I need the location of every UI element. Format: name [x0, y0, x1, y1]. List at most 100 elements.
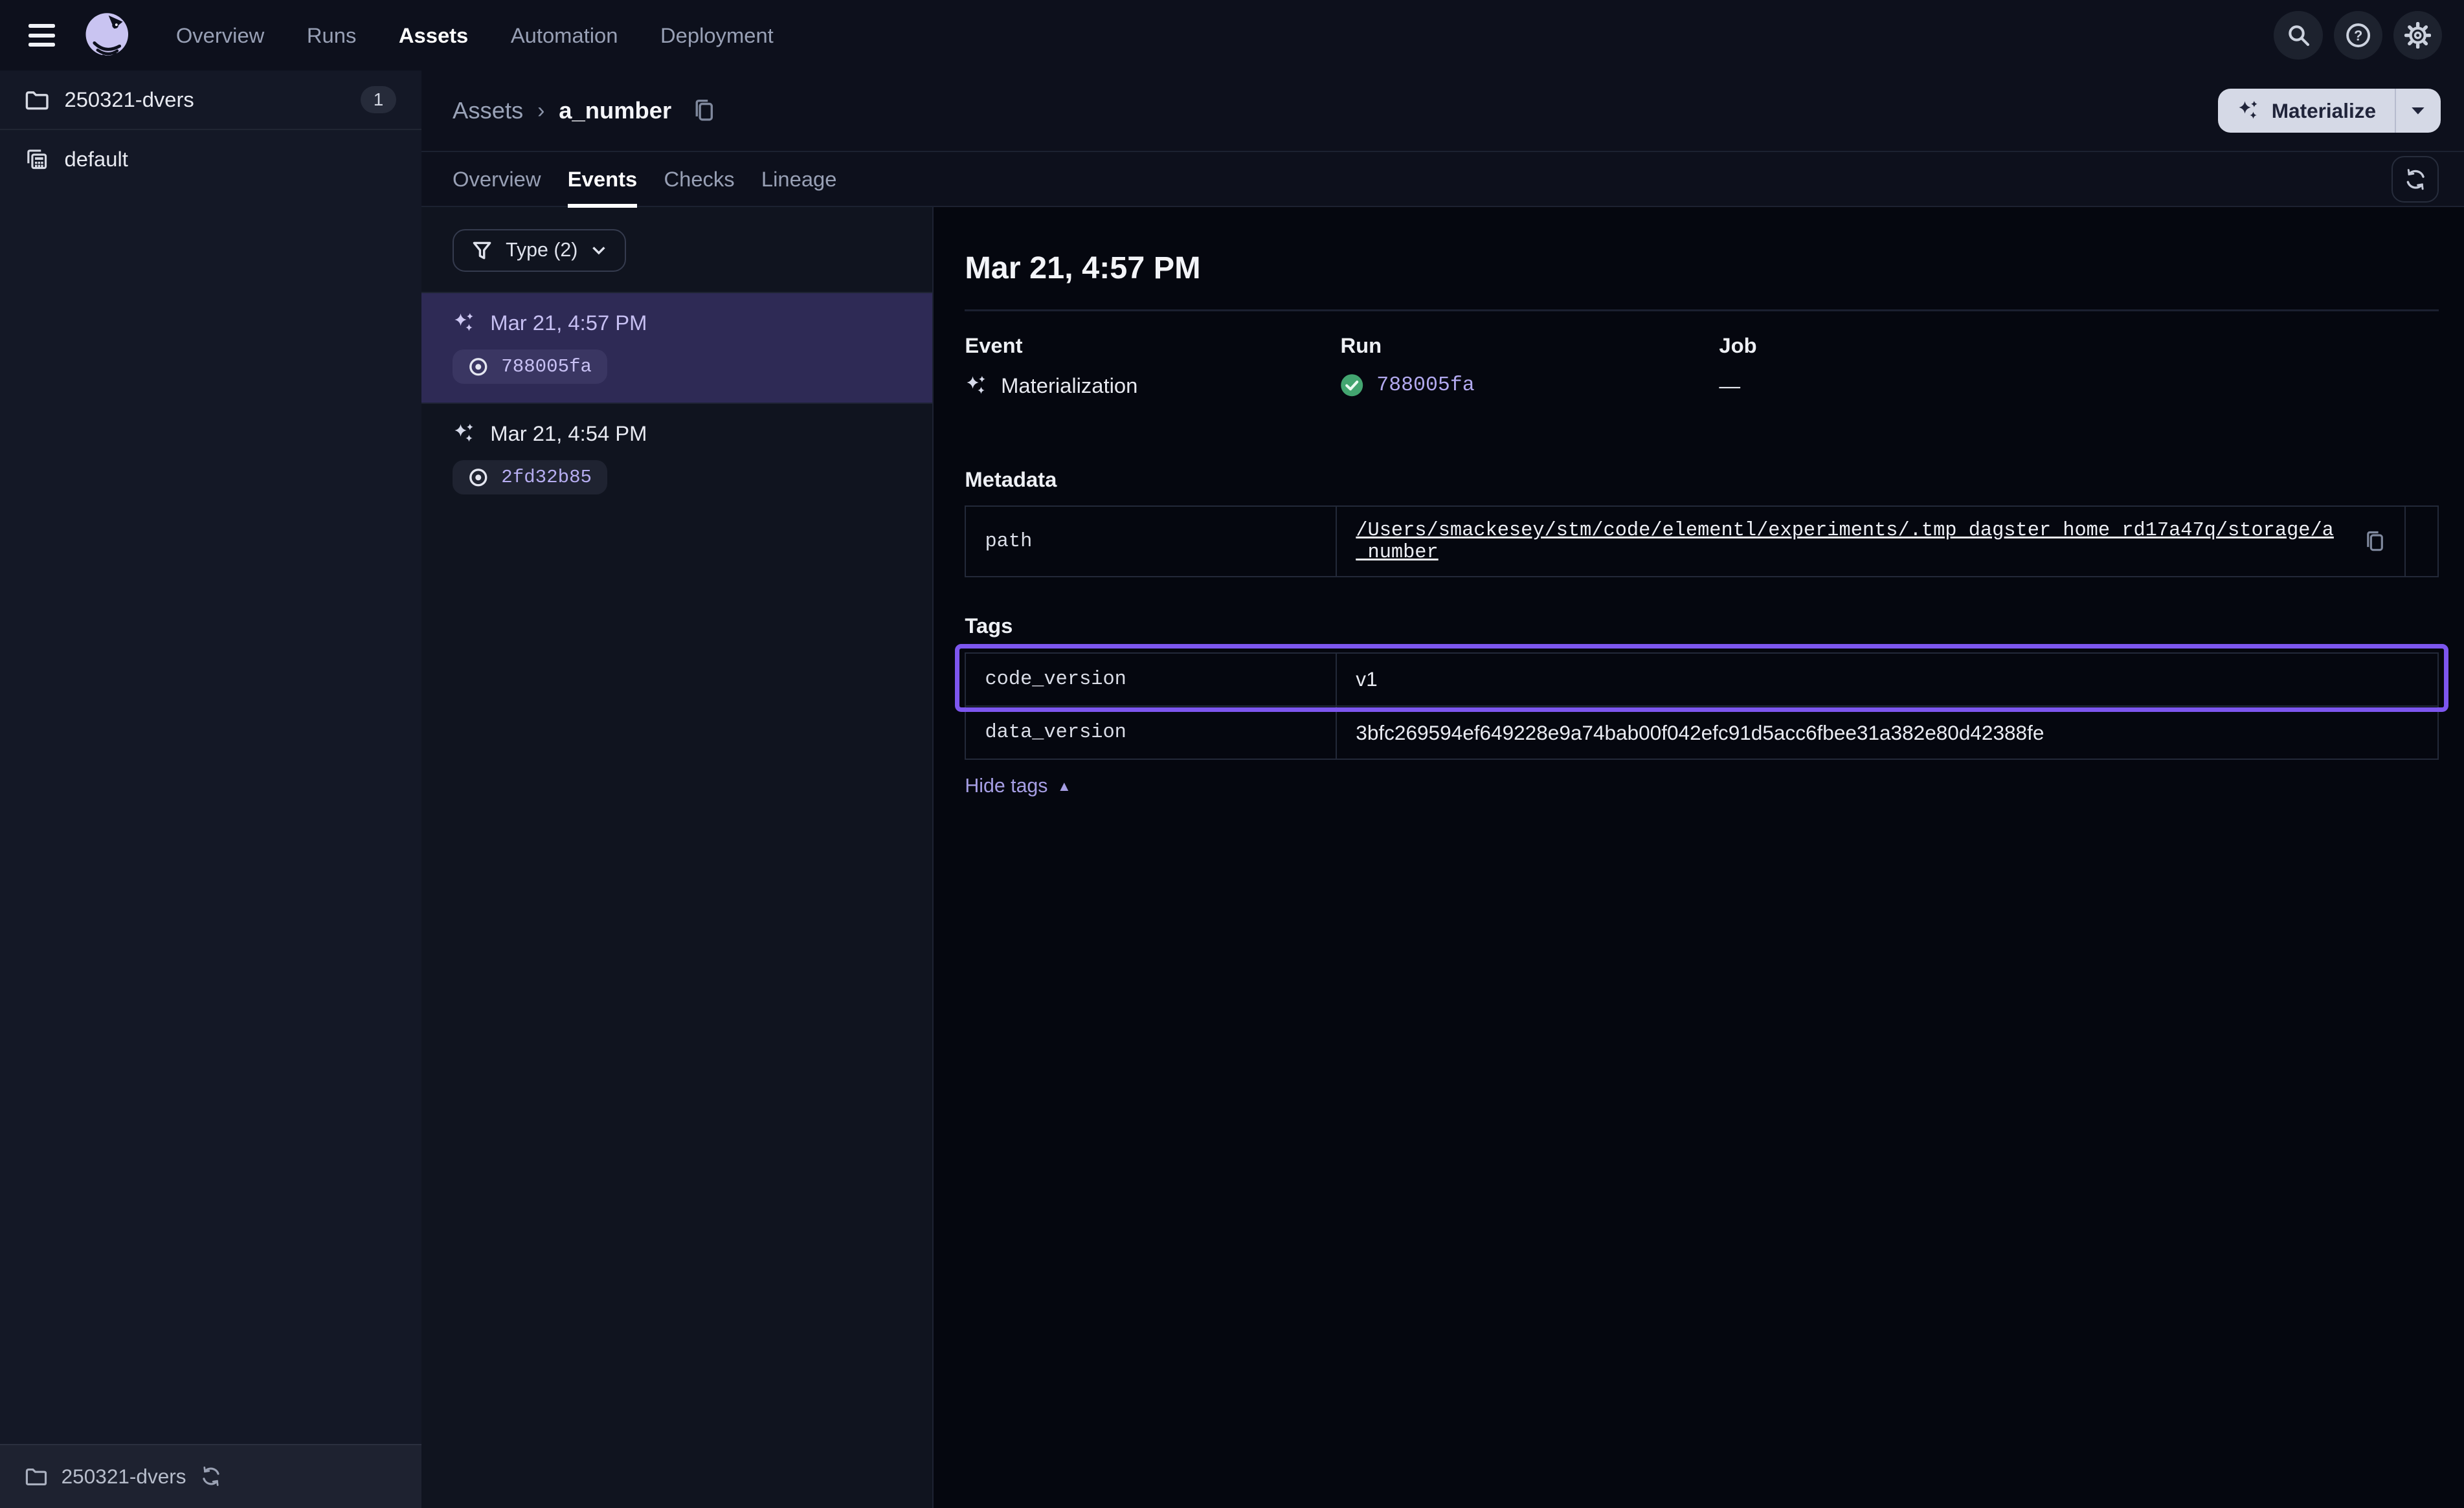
materialization-sparkle-icon	[965, 374, 988, 397]
job-column-header: Job	[1719, 333, 2439, 358]
table-actions-cell	[2404, 507, 2437, 576]
primary-nav: Overview Runs Assets Automation Deployme…	[176, 23, 774, 48]
nav-item-overview[interactable]: Overview	[176, 23, 265, 48]
materialization-sparkle-icon	[453, 311, 476, 335]
page-header: Assets › a_number	[421, 71, 2464, 152]
tag-value: 3bfc269594ef649228e9a74bab00f042efc91d5a…	[1356, 721, 2044, 745]
table-row: path /Users/smackesey/stm/code/elementl/…	[966, 507, 2437, 576]
metadata-heading: Metadata	[965, 467, 2439, 492]
run-id-badge[interactable]: 788005fa	[453, 349, 607, 384]
event-list-item[interactable]: Mar 21, 4:54 PM 2fd32b85	[421, 403, 932, 513]
event-summary-columns: Event Materialization	[965, 333, 2439, 398]
sync-icon	[200, 1465, 222, 1487]
metadata-key: path	[966, 507, 1337, 576]
run-id-badge[interactable]: 2fd32b85	[453, 460, 607, 494]
metadata-table: path /Users/smackesey/stm/code/elementl/…	[965, 505, 2439, 577]
dagster-app-window: Overview Runs Assets Automation Deployme…	[0, 0, 2464, 1508]
refresh-icon	[2404, 168, 2427, 191]
copy-path-button[interactable]	[2364, 530, 2386, 553]
divider	[965, 309, 2439, 311]
breadcrumb-separator: ›	[537, 98, 544, 124]
job-column: Job —	[1719, 333, 2439, 398]
svg-text:?: ?	[2354, 27, 2362, 43]
tab-lineage[interactable]: Lineage	[761, 152, 837, 206]
event-timestamp: Mar 21, 4:54 PM	[490, 421, 647, 446]
nav-item-deployment[interactable]: Deployment	[660, 23, 774, 48]
run-column: Run 788005fa	[1340, 333, 1719, 398]
metadata-path-link[interactable]: /Users/smackesey/stm/code/elementl/exper…	[1356, 520, 2343, 564]
run-success-check-icon	[1340, 373, 1363, 397]
collapse-arrow-icon: ▲	[1057, 778, 1071, 795]
asset-detail-main: Assets › a_number	[421, 71, 2464, 1508]
help-button[interactable]: ?	[2334, 11, 2382, 60]
top-nav-actions: ?	[2274, 11, 2442, 60]
copy-icon	[2364, 530, 2386, 553]
code-location-icon	[25, 148, 49, 171]
asset-catalog-sidebar: 250321-dvers 1 default	[0, 71, 421, 1508]
event-detail-pane: Mar 21, 4:57 PM Event	[934, 207, 2464, 1508]
run-column-header: Run	[1340, 333, 1719, 358]
table-row-highlighted: code_version v1	[966, 654, 2437, 705]
nav-item-automation[interactable]: Automation	[511, 23, 618, 48]
page-title: a_number	[559, 97, 671, 124]
dagster-logo-icon[interactable]	[78, 7, 135, 63]
hamburger-menu-icon[interactable]	[19, 12, 66, 59]
sidebar-group-row[interactable]: 250321-dvers 1	[0, 71, 421, 130]
sidebar-item-default-label: default	[65, 147, 128, 172]
tags-heading: Tags	[965, 614, 2439, 638]
asset-tabs: Overview Events Checks Lineage	[453, 152, 836, 206]
asset-tabs-bar: Overview Events Checks Lineage	[421, 152, 2464, 207]
event-timestamp: Mar 21, 4:57 PM	[490, 311, 647, 335]
tags-table: code_version v1 data_version 3bfc269594e…	[965, 652, 2439, 760]
tag-key: data_version	[966, 707, 1337, 759]
hide-tags-link[interactable]: Hide tags ▲	[965, 775, 1071, 797]
folder-icon	[25, 1467, 47, 1486]
hide-tags-label: Hide tags	[965, 775, 1047, 797]
tag-value: v1	[1356, 667, 1377, 691]
run-target-icon	[468, 357, 489, 377]
copy-icon	[692, 98, 715, 124]
search-button[interactable]	[2274, 11, 2322, 60]
type-filter-label: Type (2)	[506, 239, 577, 261]
materialize-sparkle-icon	[2237, 99, 2260, 122]
refresh-button[interactable]	[2391, 156, 2439, 203]
breadcrumb: Assets › a_number	[453, 97, 715, 124]
sidebar-footer: 250321-dvers	[0, 1444, 421, 1508]
folder-icon	[25, 90, 49, 111]
event-column-header: Event	[965, 333, 1340, 358]
search-icon	[2286, 23, 2311, 48]
sidebar-item-default[interactable]: default	[0, 130, 421, 188]
top-nav-bar: Overview Runs Assets Automation Deployme…	[0, 0, 2464, 71]
sidebar-footer-label: 250321-dvers	[62, 1465, 186, 1489]
chevron-down-icon	[592, 246, 606, 256]
tab-checks[interactable]: Checks	[664, 152, 734, 206]
materialize-button-label: Materialize	[2272, 99, 2376, 123]
event-list-item[interactable]: Mar 21, 4:57 PM 788005fa	[421, 292, 932, 403]
nav-item-runs[interactable]: Runs	[307, 23, 356, 48]
settings-button[interactable]	[2393, 11, 2442, 60]
materialization-sparkle-icon	[453, 422, 476, 445]
run-target-icon	[468, 467, 489, 488]
run-id-text: 788005fa	[501, 356, 592, 377]
materialize-dropdown-button[interactable]	[2395, 89, 2440, 133]
reload-location-button[interactable]	[200, 1465, 222, 1487]
materialize-button[interactable]: Materialize	[2218, 89, 2395, 133]
tab-events[interactable]: Events	[568, 152, 637, 206]
run-id-link[interactable]: 788005fa	[1376, 374, 1474, 397]
copy-asset-key-button[interactable]	[692, 98, 715, 124]
materialize-split-button: Materialize	[2218, 89, 2440, 133]
breadcrumb-assets-link[interactable]: Assets	[453, 97, 523, 124]
help-icon: ?	[2345, 22, 2371, 49]
nav-item-assets[interactable]: Assets	[399, 23, 468, 48]
tag-key: code_version	[966, 654, 1337, 705]
job-value: —	[1719, 373, 1740, 398]
tab-overview[interactable]: Overview	[453, 152, 541, 206]
event-filter-row: Type (2)	[421, 207, 932, 292]
sidebar-group-count-badge: 1	[361, 86, 396, 113]
gear-icon	[2404, 22, 2431, 49]
table-row: data_version 3bfc269594ef649228e9a74bab0…	[966, 705, 2437, 759]
event-list-panel: Type (2)	[421, 207, 934, 1508]
type-filter-button[interactable]: Type (2)	[453, 229, 626, 272]
run-id-text: 2fd32b85	[501, 467, 592, 488]
event-column: Event Materialization	[965, 333, 1340, 398]
